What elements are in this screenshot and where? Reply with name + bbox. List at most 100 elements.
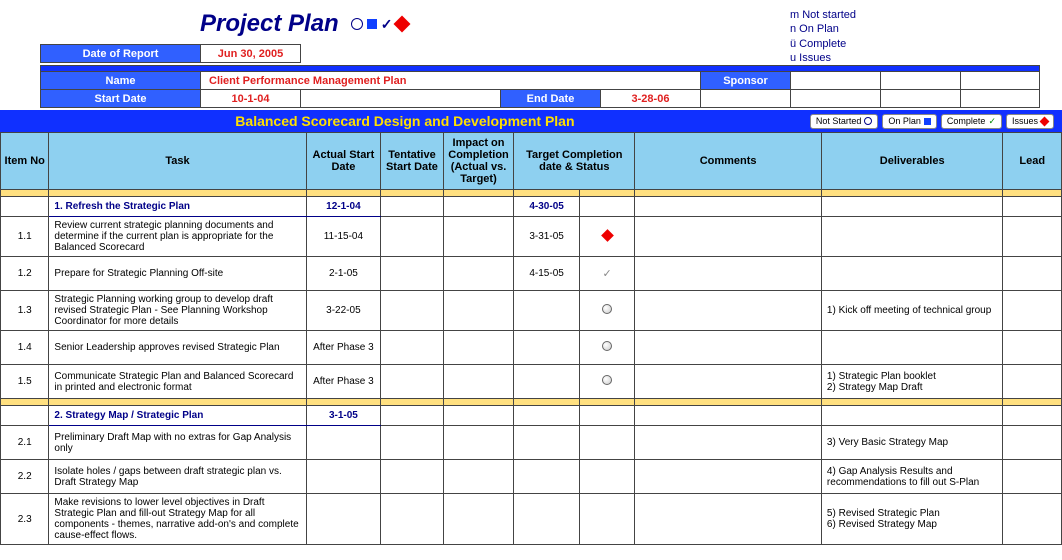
filter-not-started[interactable]: Not Started <box>810 114 879 129</box>
target-date[interactable] <box>514 460 580 494</box>
target-status[interactable] <box>579 460 634 494</box>
target-status[interactable] <box>579 331 634 365</box>
sponsor-value[interactable] <box>791 72 881 90</box>
tentative-start[interactable] <box>381 331 444 365</box>
col-deliverables[interactable]: Deliverables <box>821 133 1003 190</box>
task-desc[interactable]: Prepare for Strategic Planning Off-site <box>49 257 306 291</box>
lead[interactable] <box>1003 494 1062 545</box>
target-status[interactable] <box>579 426 634 460</box>
target-status[interactable] <box>579 217 634 257</box>
task-desc[interactable]: Senior Leadership approves revised Strat… <box>49 331 306 365</box>
date-report-value[interactable]: Jun 30, 2005 <box>201 45 301 63</box>
col-item-no[interactable]: Item No <box>1 133 49 190</box>
task-desc[interactable]: Preliminary Draft Map with no extras for… <box>49 426 306 460</box>
lead[interactable] <box>1003 460 1062 494</box>
task-desc[interactable]: Isolate holes / gaps between draft strat… <box>49 460 306 494</box>
table-row: 1.5Communicate Strategic Plan and Balanc… <box>1 365 1062 399</box>
section-target-date: 4-30-05 <box>514 197 580 217</box>
target-date[interactable] <box>514 365 580 399</box>
title-row: Project Plan ✓ <box>0 0 1062 44</box>
impact[interactable] <box>443 365 514 399</box>
tentative-start[interactable] <box>381 426 444 460</box>
tentative-start[interactable] <box>381 365 444 399</box>
col-comments[interactable]: Comments <box>635 133 822 190</box>
comments[interactable] <box>635 257 822 291</box>
target-date[interactable]: 3-31-05 <box>514 217 580 257</box>
target-status[interactable] <box>579 365 634 399</box>
target-date[interactable] <box>514 291 580 331</box>
target-status[interactable] <box>579 291 634 331</box>
task-desc[interactable]: Review current strategic planning docume… <box>49 217 306 257</box>
target-date[interactable] <box>514 494 580 545</box>
deliverables[interactable] <box>821 257 1003 291</box>
col-impact[interactable]: Impact on Completion (Actual vs. Target) <box>443 133 514 190</box>
name-value[interactable]: Client Performance Management Plan <box>201 72 701 90</box>
deliverables[interactable] <box>821 331 1003 365</box>
lead[interactable] <box>1003 365 1062 399</box>
task-desc[interactable]: Communicate Strategic Plan and Balanced … <box>49 365 306 399</box>
actual-start[interactable] <box>306 460 381 494</box>
actual-start[interactable]: After Phase 3 <box>306 331 381 365</box>
lead[interactable] <box>1003 257 1062 291</box>
actual-start[interactable] <box>306 494 381 545</box>
deliverables[interactable]: 3) Very Basic Strategy Map <box>821 426 1003 460</box>
table-row: 2.2Isolate holes / gaps between draft st… <box>1 460 1062 494</box>
deliverables[interactable]: 5) Revised Strategic Plan6) Revised Stra… <box>821 494 1003 545</box>
comments[interactable] <box>635 331 822 365</box>
start-date-value[interactable]: 10-1-04 <box>201 90 301 108</box>
col-target[interactable]: Target Completion date & Status <box>514 133 635 190</box>
actual-start[interactable] <box>306 426 381 460</box>
comments[interactable] <box>635 494 822 545</box>
filter-on-plan[interactable]: On Plan <box>882 114 937 129</box>
target-date[interactable] <box>514 426 580 460</box>
comments[interactable] <box>635 217 822 257</box>
target-date[interactable] <box>514 331 580 365</box>
item-no: 2.3 <box>1 494 49 545</box>
deliverables[interactable]: 1) Kick off meeting of technical group <box>821 291 1003 331</box>
item-no: 1.4 <box>1 331 49 365</box>
impact[interactable] <box>443 257 514 291</box>
comments[interactable] <box>635 460 822 494</box>
tentative-start[interactable] <box>381 494 444 545</box>
deliverables[interactable]: 4) Gap Analysis Results and recommendati… <box>821 460 1003 494</box>
target-date[interactable]: 4-15-05 <box>514 257 580 291</box>
target-status[interactable]: ✓ <box>579 257 634 291</box>
actual-start[interactable]: After Phase 3 <box>306 365 381 399</box>
deliverables[interactable] <box>821 217 1003 257</box>
impact[interactable] <box>443 460 514 494</box>
deliverables[interactable]: 1) Strategic Plan booklet2) Strategy Map… <box>821 365 1003 399</box>
lead[interactable] <box>1003 331 1062 365</box>
task-desc[interactable]: Make revisions to lower level objectives… <box>49 494 306 545</box>
separator-row <box>1 399 1062 406</box>
col-task[interactable]: Task <box>49 133 306 190</box>
tentative-start[interactable] <box>381 460 444 494</box>
comments[interactable] <box>635 291 822 331</box>
col-actual-start[interactable]: Actual Start Date <box>306 133 381 190</box>
filter-issues[interactable]: Issues <box>1006 114 1054 129</box>
impact[interactable] <box>443 331 514 365</box>
actual-start[interactable]: 2-1-05 <box>306 257 381 291</box>
lead[interactable] <box>1003 426 1062 460</box>
impact[interactable] <box>443 494 514 545</box>
task-desc[interactable]: Strategic Planning working group to deve… <box>49 291 306 331</box>
comments[interactable] <box>635 365 822 399</box>
impact[interactable] <box>443 426 514 460</box>
lead[interactable] <box>1003 217 1062 257</box>
lead[interactable] <box>1003 291 1062 331</box>
impact[interactable] <box>443 217 514 257</box>
end-date-value[interactable]: 3-28-06 <box>601 90 701 108</box>
tentative-start[interactable] <box>381 217 444 257</box>
target-status[interactable] <box>579 494 634 545</box>
tentative-start[interactable] <box>381 291 444 331</box>
item-no: 1.5 <box>1 365 49 399</box>
actual-start[interactable]: 3-22-05 <box>306 291 381 331</box>
impact[interactable] <box>443 291 514 331</box>
comments[interactable] <box>635 426 822 460</box>
filter-complete[interactable]: Complete✓ <box>941 114 1002 129</box>
actual-start[interactable]: 11-15-04 <box>306 217 381 257</box>
tentative-start[interactable] <box>381 257 444 291</box>
col-tentative-start[interactable]: Tentative Start Date <box>381 133 444 190</box>
col-lead[interactable]: Lead <box>1003 133 1062 190</box>
diamond-icon <box>601 229 614 242</box>
end-date-label: End Date <box>501 90 601 108</box>
